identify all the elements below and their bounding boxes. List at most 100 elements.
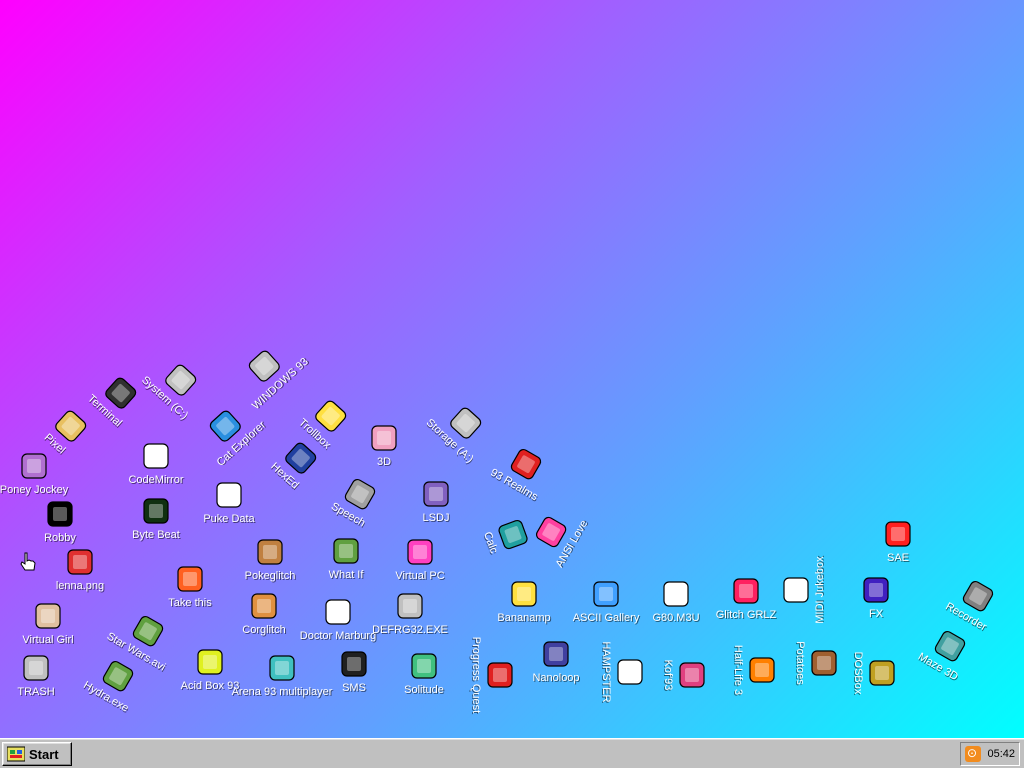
desktop-icon[interactable]: Take this (158, 563, 222, 627)
desktop-icon-label: Robby (44, 532, 76, 544)
desktop-icon[interactable]: Bananamp (492, 578, 556, 642)
desktop-icon-label: What If (328, 569, 364, 581)
desktop-icon[interactable]: HAMPSTER (582, 640, 646, 704)
desktop-icon-label: Virtual Girl (22, 634, 74, 646)
desktop-icon[interactable]: What If (314, 535, 378, 599)
cat-icon (140, 440, 172, 472)
doctor-icon (322, 596, 354, 628)
desktop-icon-label: HAMPSTER (600, 641, 612, 703)
desktop-icon[interactable]: Glitch GRLZ (714, 575, 778, 639)
desktop-icon-label: DEFRG32.EXE (372, 624, 448, 636)
desktop-icon-label: TRASH (17, 686, 55, 698)
desktop-icon-label: Poney Jockey (0, 484, 69, 496)
gameboy-icon (420, 478, 452, 510)
numbers-icon (590, 578, 622, 610)
desktop-icon[interactable]: Nanoloop (524, 638, 588, 702)
desktop-icon-label: G80.M3U (652, 612, 700, 624)
desktop-icon-label: 3D (376, 456, 392, 468)
crosshair-icon (484, 659, 516, 691)
atom-icon (860, 574, 892, 606)
desktop-icon-label: FX (868, 608, 884, 620)
taskbar: Start 05:42 (0, 738, 1024, 768)
halflife-icon (746, 654, 778, 686)
ball-icon (882, 518, 914, 550)
desktop-icon[interactable]: DEFRG32.EXE (372, 590, 448, 654)
kof-icon (676, 659, 708, 691)
desktop-icon[interactable]: Corglitch (232, 590, 296, 654)
desktop-icon-label: Virtual PC (395, 570, 445, 582)
desktop-icon-label: lenna.png (55, 580, 105, 592)
piano-icon (780, 574, 812, 606)
desktop-icon[interactable]: SMS (322, 648, 386, 712)
desktop-icon[interactable]: System (C:) (125, 347, 215, 437)
banana-icon (508, 578, 540, 610)
hand-cursor-icon (20, 552, 36, 571)
chart-icon (330, 535, 362, 567)
rss-icon[interactable] (965, 746, 981, 762)
desktop-icon-label: Kof'93 (662, 659, 674, 691)
desktop-icon-label: LSDJ (422, 512, 450, 524)
desktop-icon[interactable]: LSDJ (404, 478, 468, 542)
arena-cube-icon (266, 652, 298, 684)
desktop-icon[interactable]: G80.M3U (644, 578, 708, 642)
playlist-icon (660, 578, 692, 610)
desktop-icon[interactable]: ASCII Gallery (572, 578, 640, 642)
desktop-icon-label: Progress Quest (470, 636, 482, 714)
jar-icon (408, 650, 440, 682)
desktop-icon-label: Byte Beat (132, 529, 180, 541)
desktop-icon-label: Take this (168, 597, 212, 609)
desktop-icon[interactable]: Half-Life 3 (714, 638, 778, 702)
desktop-icon-label: Nanoloop (532, 672, 580, 684)
desktop-icon-label: Bananamp (497, 612, 551, 624)
monster-icon (174, 563, 206, 595)
start-logo-icon (7, 746, 25, 762)
desktop-icon[interactable]: SAE (866, 518, 930, 582)
girl-icon (32, 600, 64, 632)
cookie-icon (254, 536, 286, 568)
desktop-icon-label: Potatoes (794, 641, 806, 685)
desktop-icon-label: Pokeglitch (244, 570, 296, 582)
defrag-icon (394, 590, 426, 622)
desktop-icon[interactable]: Kof'93 (644, 643, 708, 707)
desktop-icon[interactable]: Byte Beat (124, 495, 188, 559)
corgi-icon (248, 590, 280, 622)
desktop-icon[interactable]: MIDI Jukebox (780, 556, 844, 624)
start-button[interactable]: Start (2, 742, 72, 766)
desktop-icon-label: Arena 93 multiplayer (231, 686, 333, 698)
desktop-icon-label: CodeMirror (128, 474, 184, 486)
hamster-icon (614, 656, 646, 688)
desktop-icon-label: ASCII Gallery (572, 612, 640, 624)
console-icon (338, 648, 370, 680)
dosbox-icon (866, 657, 898, 689)
desktop-icon[interactable]: Arena 93 multiplayer (232, 652, 332, 716)
start-label: Start (29, 746, 59, 762)
desktop-icon-label: Solitude (404, 684, 444, 696)
desktop-icon[interactable]: Potatoes (776, 631, 840, 695)
stickman-icon (44, 498, 76, 530)
beat-icon (140, 495, 172, 527)
desktop-icon[interactable]: Puke Data (197, 479, 261, 543)
desktop-icon-label: Corglitch (242, 624, 286, 636)
desktop-icon-label: Glitch GRLZ (715, 609, 777, 621)
nanoloop-icon (540, 638, 572, 670)
desktop-icon[interactable]: DOSBox (834, 641, 898, 705)
desktop-icon-label: Doctor Marburg (299, 630, 377, 642)
image-icon (64, 546, 96, 578)
desktop[interactable]: Poney Jockey Pixel Terminal System (C:) WIND… (0, 0, 1024, 738)
desktop-icon-label: MIDI Jukebox (814, 556, 826, 624)
tray-clock: 05:42 (987, 748, 1015, 760)
desktop-icon[interactable]: Acid Box 93 (178, 646, 242, 710)
desktop-icon-label: SAE (886, 552, 909, 564)
smiley-icon (194, 646, 226, 678)
desktop-icon-label: Acid Box 93 (180, 680, 240, 692)
puredata-icon (213, 479, 245, 511)
lips-icon (730, 575, 762, 607)
desktop-icon-label: SMS (342, 682, 366, 694)
desktop-icon[interactable]: TRASH (4, 652, 68, 716)
desktop-icon[interactable]: Solitude (392, 650, 456, 714)
teapot-icon (368, 422, 400, 454)
desktop-icon[interactable]: FX (844, 574, 908, 638)
desktop-icon[interactable]: Progress Quest (452, 637, 516, 713)
desktop-icon-label: Puke Data (203, 513, 255, 525)
window-icon (404, 536, 436, 568)
